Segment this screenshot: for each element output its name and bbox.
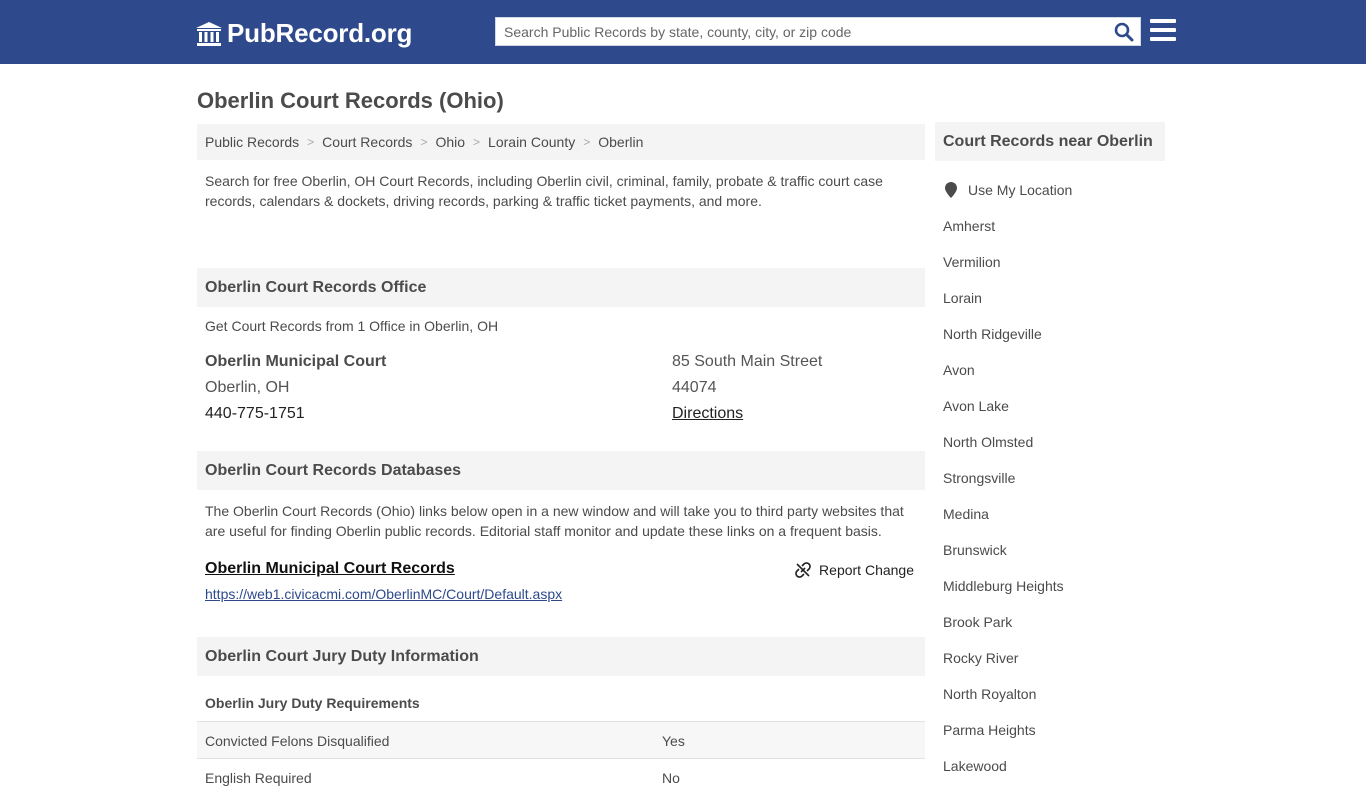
search-bar (495, 17, 1141, 46)
list-item[interactable]: Amherst (935, 207, 1165, 243)
breadcrumb-ohio[interactable]: Ohio (435, 134, 465, 150)
list-item[interactable]: Medina (935, 495, 1165, 531)
main-content: Public Records > Court Records > Ohio > … (197, 124, 925, 795)
list-item[interactable]: Vermilion (935, 243, 1165, 279)
office-street: 85 South Main Street (672, 353, 823, 370)
breadcrumb-oberlin[interactable]: Oberlin (598, 134, 643, 150)
breadcrumb: Public Records > Court Records > Ohio > … (197, 124, 925, 160)
database-item: Oberlin Municipal Court Records https://… (197, 560, 925, 637)
jury-section-heading: Oberlin Court Jury Duty Information (197, 637, 925, 676)
jury-value: Yes (662, 733, 685, 749)
databases-section-heading: Oberlin Court Records Databases (197, 451, 925, 490)
list-item[interactable]: Brook Park (935, 603, 1165, 639)
breadcrumb-separator: > (420, 135, 428, 149)
list-item[interactable]: Brunswick (935, 531, 1165, 567)
list-item[interactable]: North Ridgeville (935, 315, 1165, 351)
office-phone[interactable]: 440-775-1751 (205, 405, 305, 423)
breadcrumb-separator: > (473, 135, 481, 149)
list-item[interactable]: Middleburg Heights (935, 567, 1165, 603)
jury-subheading: Oberlin Jury Duty Requirements (205, 695, 420, 711)
office-count-note: Get Court Records from 1 Office in Oberl… (205, 318, 499, 334)
use-my-location-label: Use My Location (968, 182, 1073, 198)
databases-description: The Oberlin Court Records (Ohio) links b… (205, 503, 904, 539)
jury-label: Convicted Felons Disqualified (205, 733, 390, 749)
logo-text: PubRecord.org (227, 18, 413, 48)
list-item[interactable]: Lakewood (935, 747, 1165, 783)
list-item[interactable]: Avon Lake (935, 387, 1165, 423)
courthouse-icon (196, 21, 222, 46)
list-item[interactable]: Rocky River (935, 639, 1165, 675)
list-item[interactable]: Lorain (935, 279, 1165, 315)
jury-label: English Required (205, 770, 312, 786)
breadcrumb-separator: > (583, 135, 591, 149)
jury-value: No (662, 770, 680, 786)
breadcrumb-lorain-county[interactable]: Lorain County (488, 134, 575, 150)
list-item[interactable]: Avon (935, 351, 1165, 387)
site-logo[interactable]: PubRecord.org (195, 18, 412, 49)
breadcrumb-public-records[interactable]: Public Records (205, 134, 299, 150)
nearby-places-list: Amherst Vermilion Lorain North Ridgevill… (935, 207, 1165, 783)
sidebar: Court Records near Oberlin Use My Locati… (935, 122, 1165, 783)
hamburger-menu-icon[interactable] (1150, 19, 1176, 43)
office-name[interactable]: Oberlin Municipal Court (205, 353, 386, 371)
office-city: Oberlin, OH (205, 379, 290, 396)
report-change-label: Report Change (819, 562, 914, 578)
office-zip: 44074 (672, 379, 717, 396)
sidebar-heading: Court Records near Oberlin (935, 122, 1165, 161)
database-url-link[interactable]: https://web1.civicacmi.com/OberlinMC/Cou… (205, 586, 562, 602)
office-section-heading: Oberlin Court Records Office (197, 268, 925, 307)
use-my-location-button[interactable]: Use My Location (935, 161, 1165, 207)
office-card: Oberlin Municipal Court Oberlin, OH 440-… (197, 353, 925, 451)
table-row: English Required No (197, 758, 925, 795)
location-pin-icon (945, 182, 957, 198)
list-item[interactable]: North Royalton (935, 675, 1165, 711)
broken-link-icon (795, 562, 811, 578)
page-title: Oberlin Court Records (Ohio) (197, 88, 504, 113)
top-navbar: PubRecord.org (0, 0, 1366, 64)
table-row: Convicted Felons Disqualified Yes (197, 721, 925, 758)
list-item[interactable]: Parma Heights (935, 711, 1165, 747)
list-item[interactable]: North Olmsted (935, 423, 1165, 459)
search-icon[interactable] (1114, 22, 1134, 42)
database-title-link[interactable]: Oberlin Municipal Court Records (205, 560, 455, 578)
search-input[interactable] (496, 18, 1106, 45)
breadcrumb-separator: > (307, 135, 315, 149)
directions-link[interactable]: Directions (672, 405, 743, 423)
list-item[interactable]: Strongsville (935, 459, 1165, 495)
intro-text: Search for free Oberlin, OH Court Record… (205, 173, 883, 209)
breadcrumb-court-records[interactable]: Court Records (322, 134, 412, 150)
report-change-button[interactable]: Report Change (795, 562, 914, 578)
